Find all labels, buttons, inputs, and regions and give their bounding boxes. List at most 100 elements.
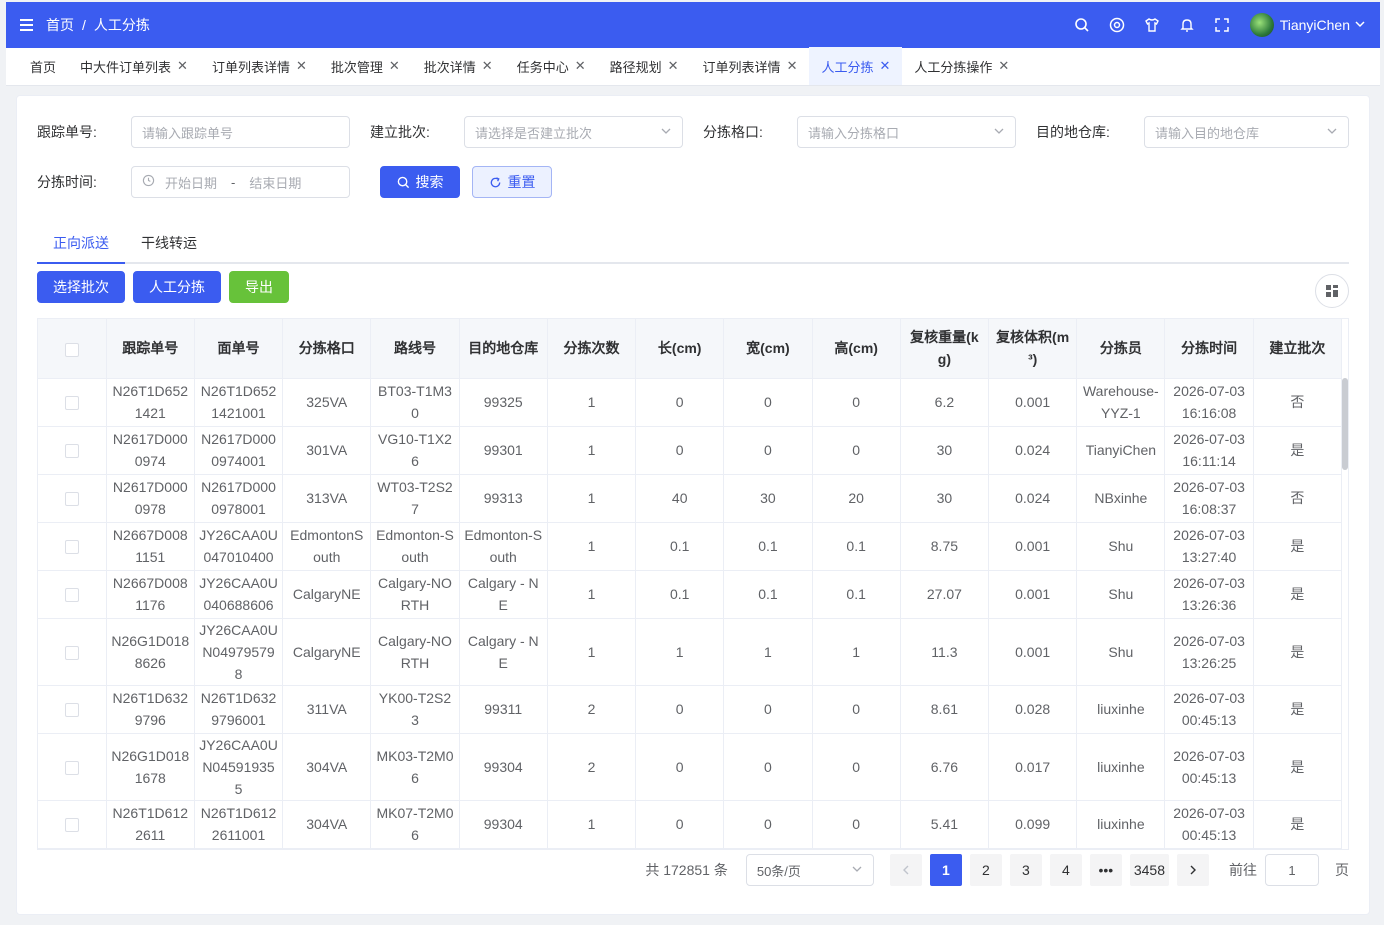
table-scrollbar[interactable] [1342,378,1348,470]
tab-forward-delivery[interactable]: 正向派送 [37,224,125,264]
view-tab[interactable]: 首页 [18,47,68,85]
close-icon[interactable]: ✕ [879,58,890,74]
table-cell: Edmonton-South [370,522,460,571]
row-checkbox[interactable] [64,396,79,411]
view-tab[interactable]: 批次管理 ✕ [319,47,412,85]
table-row[interactable]: N2667D0081151 JY26CAA0U047010400 EdmontonS… [38,522,1343,571]
column-header: 分拣时间 [1164,319,1254,379]
batch-select[interactable]: 请选择是否建立批次 [464,116,683,148]
view-tab[interactable]: 人工分拣 ✕ [809,47,903,85]
view-tab[interactable]: 订单列表详情 ✕ [200,47,319,85]
row-checkbox[interactable] [64,492,79,507]
theme-shirt-icon[interactable] [1135,2,1170,48]
table-row[interactable]: N26T1D6521421 N26T1D6521421001 325VA BT03-T… [38,378,1343,427]
prev-page-button[interactable] [889,854,922,886]
page-button[interactable]: 4 [1049,854,1082,886]
close-icon[interactable]: ✕ [787,58,798,74]
goto-page-input[interactable]: 1 [1265,854,1319,886]
close-icon[interactable]: ✕ [482,58,493,74]
row-checkbox[interactable] [64,444,79,459]
chevron-down-icon[interactable] [1354,17,1366,33]
column-header: 分拣员 [1076,319,1166,379]
row-checkbox[interactable] [64,818,79,833]
close-icon[interactable]: ✕ [296,58,307,74]
github-icon[interactable] [1100,2,1135,48]
close-icon[interactable]: ✕ [668,58,679,74]
page-size-select[interactable]: 50条/页 [745,854,874,886]
table-cell: N2667D0081151 [106,522,195,571]
breadcrumb: 首页 / 人工分拣 [46,15,150,35]
view-tab[interactable]: 任务中心 ✕ [505,47,598,85]
table-cell: 0.001 [988,618,1078,686]
fullscreen-icon[interactable] [1205,2,1240,48]
next-page-button[interactable] [1177,854,1209,886]
page-button[interactable]: 1 [929,854,962,886]
reset-button[interactable]: 重置 [472,166,552,198]
row-checkbox[interactable] [64,645,79,660]
search-button-label: 搜索 [415,174,444,190]
end-date-input[interactable]: 结束日期 [249,173,301,192]
view-tab[interactable]: 中大件订单列表 ✕ [68,47,200,85]
close-icon[interactable]: ✕ [998,58,1009,74]
table-cell: 2026-07-03 00:45:13 [1164,733,1254,801]
tracking-input[interactable]: 请输入跟踪单号 [131,116,350,148]
view-tab[interactable]: 路径规划 ✕ [598,47,691,85]
row-checkbox[interactable] [64,760,79,775]
refresh-icon [489,176,502,189]
table-cell: 5.41 [900,800,990,849]
row-checkbox[interactable] [64,703,79,718]
table-cell: 1 [547,474,637,523]
table-row[interactable]: N2667D0081176 JY26CAA0U040688606 CalgaryNE… [38,570,1343,619]
table-row[interactable]: N26G1D0181678 JY26CAA0UN045919355 304VA MK0… [38,733,1343,801]
avatar[interactable] [1249,13,1274,37]
table-row[interactable]: N2617D0000974 N2617D0000974001 301VA VG10-T… [38,426,1343,475]
close-icon[interactable]: ✕ [389,58,400,74]
column-settings-button[interactable] [1315,274,1349,308]
row-checkbox[interactable] [64,540,79,555]
select-all-checkbox[interactable] [64,342,79,357]
page-button[interactable]: 3 [1009,854,1042,886]
search-button[interactable]: 搜索 [380,166,460,198]
table-cell: 13.47 [900,848,990,849]
select-batch-button[interactable]: 选择批次 [37,271,125,303]
manual-sort-button[interactable]: 人工分拣 [133,271,221,303]
search-icon[interactable] [1065,2,1100,48]
bell-icon[interactable] [1170,2,1205,48]
username[interactable]: TianyiChen [1280,17,1350,33]
table-cell: 是 [1253,426,1343,475]
view-tab[interactable]: 批次详情 ✕ [412,47,505,85]
table-cell: 是 [1253,570,1343,619]
page-button[interactable]: 2 [969,854,1002,886]
hamburger-menu-icon[interactable] [20,18,38,32]
date-range-picker[interactable]: 开始日期 - 结束日期 [131,166,350,198]
table-cell: 20 [812,474,901,523]
table-cell: 0.099 [988,800,1078,849]
table-cell: 2026-07-03 13:26:36 [1164,570,1254,619]
table-cell: NBxinhe [1076,474,1166,523]
view-tab[interactable]: 订单列表详情 ✕ [691,47,810,85]
warehouse-select[interactable]: 请输入目的地仓库 [1144,116,1349,148]
table-row[interactable]: N26G1D0188626 JY26CAA0UN049795798 CalgaryN… [38,618,1343,686]
column-header: 宽(cm) [723,319,813,379]
table-row[interactable]: N26T1D6329796 N26T1D6329796001 311VA YK00-T… [38,685,1343,734]
table-cell: 2026-07-03 13:26:25 [1164,618,1254,686]
more-pages-button[interactable]: ••• [1089,854,1122,886]
table-cell: 0 [812,426,901,475]
table-row[interactable]: N26T1D6122611 N26T1D6122611001 304VA MK07-T… [38,800,1343,849]
table-cell: 99325 [459,378,548,427]
table-row[interactable]: N2617D0000978 N2617D0000978001 313VA WT03-T… [38,474,1343,523]
tab-trunk-transfer[interactable]: 干线转运 [125,224,213,262]
chevron-down-icon [660,125,672,140]
view-tab[interactable]: 人工分拣操作 ✕ [902,47,1021,85]
export-button[interactable]: 导出 [229,271,289,303]
table-cell: Calgary - NE [459,618,548,686]
content-tabs: 正向派送 干线转运 [37,224,1349,264]
table-row[interactable]: N26T1D6358405N26T1D6358405001304VAMK12-T… [38,848,1343,849]
page-button[interactable]: 3458 [1129,854,1169,886]
breadcrumb-home[interactable]: 首页 [46,15,74,35]
start-date-input[interactable]: 开始日期 [165,173,217,192]
close-icon[interactable]: ✕ [177,58,188,74]
row-checkbox[interactable] [64,588,79,603]
close-icon[interactable]: ✕ [575,58,586,74]
grid-select[interactable]: 请输入分拣格口 [797,116,1016,148]
